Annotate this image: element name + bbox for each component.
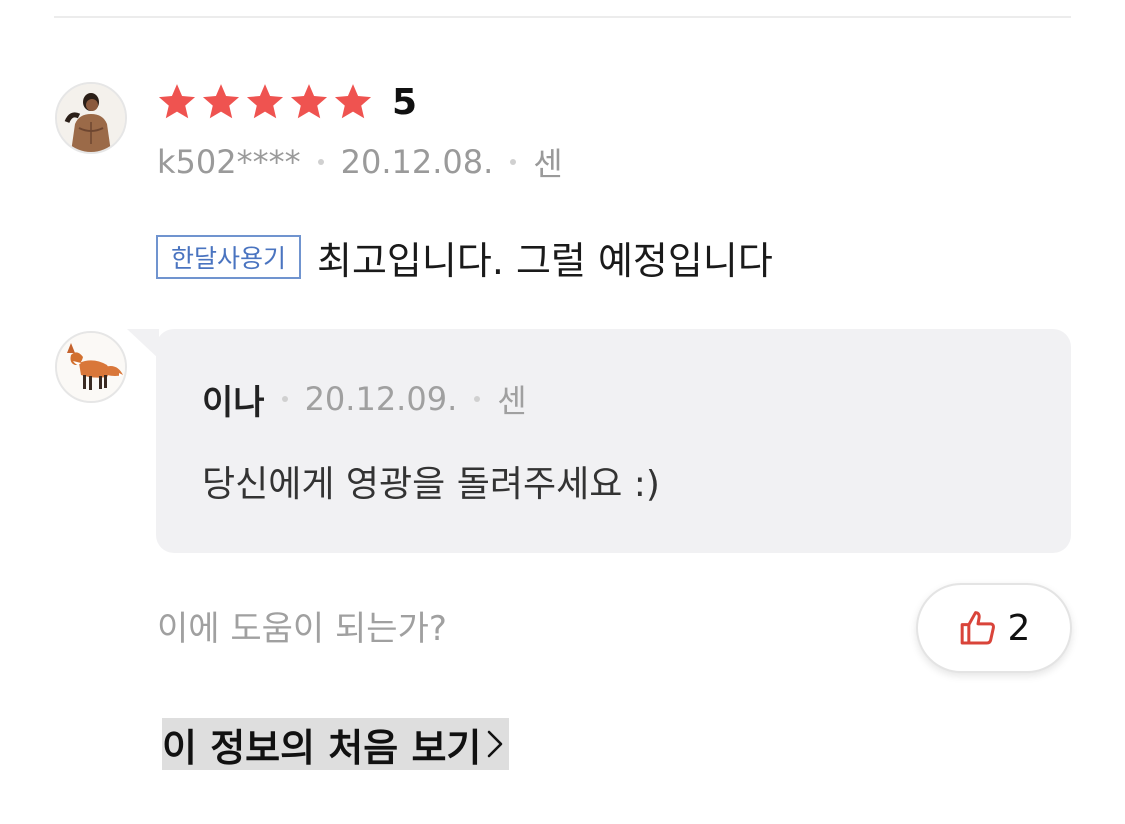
reply-bubble-tail xyxy=(127,329,159,359)
star-icon xyxy=(158,84,196,119)
helpful-question: 이에 도움이 되는가? xyxy=(157,609,447,649)
thumbs-up-icon xyxy=(960,611,995,645)
like-count: 2 xyxy=(1007,607,1031,649)
fox-avatar-image xyxy=(57,333,125,401)
separator-dot xyxy=(510,159,517,165)
reviewer-avatar-image xyxy=(57,84,125,152)
reply-date: 20.12.09. xyxy=(304,380,458,418)
star-icon xyxy=(334,84,372,119)
reviewer-avatar[interactable] xyxy=(55,82,127,154)
separator-dot xyxy=(317,159,324,165)
like-button[interactable]: 2 xyxy=(916,583,1072,673)
review-meta: k502**** 20.12.08. 센 xyxy=(157,140,563,184)
chevron-right-icon xyxy=(488,730,503,758)
separator-dot xyxy=(474,396,481,402)
view-first-label: 이 정보의 처음 보기 xyxy=(162,725,482,770)
review-text: 최고입니다. 그럴 예정입니다 xyxy=(317,238,773,283)
star-icon xyxy=(290,84,328,119)
view-first-link[interactable]: 이 정보의 처음 보기 xyxy=(162,718,510,770)
star-rating xyxy=(156,81,374,123)
reviewer-username: k502**** xyxy=(157,143,301,181)
seller-reply: 이나 20.12.09. 센 당신에게 영광을 돌려주세요 :) xyxy=(156,329,1071,553)
review-date: 20.12.08. xyxy=(340,143,494,181)
review-device: 센 xyxy=(533,145,563,183)
star-icon xyxy=(246,84,284,119)
rating-value: 5 xyxy=(392,81,418,123)
reply-device: 센 xyxy=(497,382,527,420)
reply-text: 당신에게 영광을 돌려주세요 :) xyxy=(202,464,660,505)
top-divider xyxy=(54,16,1071,18)
reply-meta: 이나 20.12.09. 센 xyxy=(202,377,527,423)
separator-dot xyxy=(281,396,288,402)
seller-avatar[interactable] xyxy=(55,331,127,403)
star-icon xyxy=(202,84,240,119)
review-type-badge: 한달사용기 xyxy=(156,235,302,279)
reply-author: 이나 xyxy=(202,382,265,423)
rating: 5 xyxy=(156,80,417,124)
review-body: 한달사용기 최고입니다. 그럴 예정입니다 xyxy=(156,230,773,284)
